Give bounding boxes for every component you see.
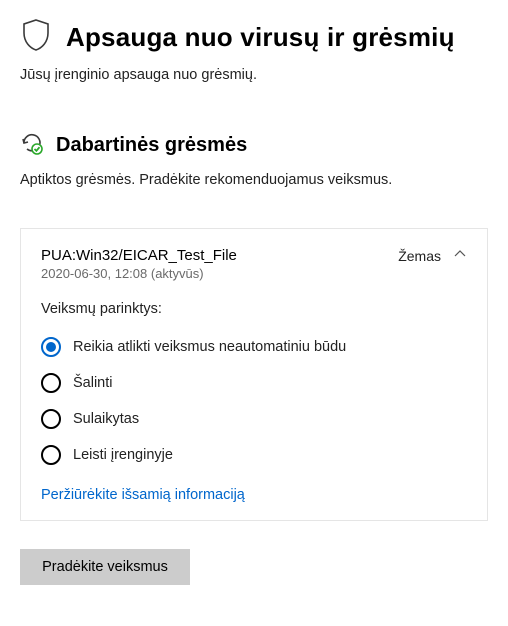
page-subtitle: Jūsų įrenginio apsauga nuo grėsmių.: [20, 67, 488, 83]
radio-indicator: [41, 373, 61, 393]
radio-option[interactable]: Leisti įrenginyje: [41, 437, 467, 473]
radio-option[interactable]: Šalinti: [41, 365, 467, 401]
page-title: Apsauga nuo virusų ir grėsmių: [66, 22, 455, 53]
action-options-group: Reikia atlikti veiksmus neautomatiniu bū…: [41, 329, 467, 473]
section-title: Dabartinės grėsmės: [56, 134, 247, 157]
radio-label: Reikia atlikti veiksmus neautomatiniu bū…: [73, 339, 346, 355]
options-title: Veiksmų parinktys:: [41, 301, 467, 317]
radio-indicator: [41, 445, 61, 465]
start-actions-button[interactable]: Pradėkite veiksmus: [20, 549, 190, 585]
section-header: Dabartinės grėsmės: [20, 131, 488, 160]
page-header: Apsauga nuo virusų ir grėsmių: [20, 18, 488, 57]
details-link[interactable]: Peržiūrėkite išsamią informaciją: [41, 487, 245, 503]
section-subtitle: Aptiktos grėsmės. Pradėkite rekomenduoja…: [20, 172, 488, 188]
radio-option[interactable]: Reikia atlikti veiksmus neautomatiniu bū…: [41, 329, 467, 365]
threat-card: PUA:Win32/EICAR_Test_File 2020-06-30, 12…: [20, 228, 488, 521]
severity-label: Žemas: [398, 248, 441, 264]
threat-name: PUA:Win32/EICAR_Test_File: [41, 247, 237, 264]
history-check-icon: [20, 131, 44, 160]
radio-label: Šalinti: [73, 375, 113, 391]
threat-timestamp: 2020-06-30, 12:08 (aktyvūs): [41, 266, 237, 281]
radio-indicator: [41, 337, 61, 357]
severity-toggle[interactable]: Žemas: [398, 247, 467, 264]
threat-header-row[interactable]: PUA:Win32/EICAR_Test_File 2020-06-30, 12…: [41, 247, 467, 281]
radio-option[interactable]: Sulaikytas: [41, 401, 467, 437]
shield-icon: [20, 18, 52, 57]
radio-label: Leisti įrenginyje: [73, 447, 173, 463]
radio-label: Sulaikytas: [73, 411, 139, 427]
chevron-up-icon: [453, 247, 467, 264]
radio-indicator: [41, 409, 61, 429]
